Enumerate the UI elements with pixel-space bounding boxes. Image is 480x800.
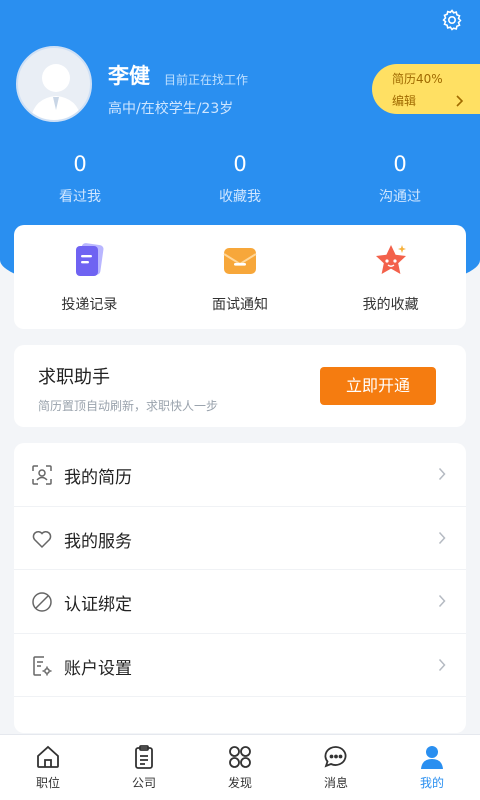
menu-item-label: 认证绑定	[64, 595, 132, 615]
shortcut-my-favorites[interactable]: 我的收藏	[316, 240, 466, 314]
job-assistant-card: 求职助手 简历置顶自动刷新，求职快人一步 立即开通	[14, 345, 466, 427]
menu-item-label: 我的简历	[64, 468, 132, 488]
shortcut-label: 面试通知	[211, 297, 268, 313]
user-subtitle: 高中/在校学生/23岁	[108, 101, 234, 117]
home-icon	[37, 745, 59, 768]
resume-scan-icon	[32, 465, 52, 485]
shortcuts-card: 投递记录 面试通知 我的收藏	[14, 225, 466, 329]
resume-edit-label: 编辑	[392, 94, 417, 108]
tab-label: 消息	[323, 776, 348, 790]
chevron-right-icon	[438, 658, 446, 671]
menu-item-my-services[interactable]: 我的服务	[14, 507, 466, 570]
account-settings-icon	[33, 655, 52, 676]
resume-edit-pill[interactable]: 简历40% 编辑	[372, 64, 480, 114]
menu-item-account-settings[interactable]: 账户设置	[14, 634, 466, 697]
assistant-description: 简历置顶自动刷新，求职快人一步	[38, 399, 219, 413]
profile-stats: 0 看过我 0 收藏我 0 沟通过	[0, 152, 480, 206]
tab-company[interactable]: 公司	[96, 735, 192, 800]
stat-number: 0	[73, 152, 87, 176]
leaf-icon	[32, 592, 52, 612]
person-icon	[421, 746, 443, 769]
clipboard-icon	[135, 745, 153, 769]
bottom-tab-bar: 职位 公司 发现 消息 我的	[0, 734, 480, 800]
chevron-right-icon	[456, 95, 464, 107]
shortcut-application-records[interactable]: 投递记录	[14, 240, 164, 314]
menu-item-label: 账户设置	[64, 658, 132, 679]
stat-favorited-me[interactable]: 0 收藏我	[160, 152, 320, 206]
menu-item-label: 我的服务	[64, 531, 132, 552]
assistant-title: 求职助手	[38, 367, 110, 388]
tab-mine[interactable]: 我的	[384, 735, 480, 800]
tab-jobs[interactable]: 职位	[0, 735, 96, 800]
shortcut-label: 我的收藏	[362, 297, 419, 313]
job-status: 目前正在找工作	[164, 73, 249, 87]
chevron-right-icon	[438, 467, 446, 481]
gear-icon[interactable]	[440, 8, 464, 32]
grid-circles-icon	[229, 746, 251, 768]
shortcut-label: 投递记录	[61, 297, 118, 313]
stat-label: 收藏我	[219, 189, 261, 205]
stat-number: 0	[233, 152, 247, 176]
tab-label: 我的	[419, 776, 444, 790]
stat-number: 0	[393, 152, 407, 176]
menu-item-my-resume[interactable]: 我的简历	[14, 443, 466, 507]
chat-icon	[324, 746, 347, 768]
tab-label: 公司	[131, 776, 156, 790]
chevron-right-icon	[438, 594, 446, 608]
menu-item-verification-binding[interactable]: 认证绑定	[14, 570, 466, 634]
stat-label: 看过我	[59, 189, 101, 205]
stat-communicated[interactable]: 0 沟通过	[320, 152, 480, 206]
document-icon	[76, 243, 104, 276]
star-icon	[375, 245, 406, 274]
stat-viewed-me[interactable]: 0 看过我	[0, 152, 160, 206]
tab-discover[interactable]: 发现	[192, 735, 288, 800]
avatar[interactable]	[16, 46, 92, 122]
shortcut-interview-notice[interactable]: 面试通知	[165, 240, 315, 314]
tab-messages[interactable]: 消息	[288, 735, 384, 800]
envelope-icon	[223, 248, 257, 274]
chevron-right-icon	[438, 531, 446, 544]
stat-label: 沟通过	[379, 189, 421, 205]
resume-progress: 简历40%	[392, 72, 443, 86]
settings-menu: 我的简历 我的服务 认证绑定 账户设置	[14, 443, 466, 733]
activate-now-button[interactable]: 立即开通	[320, 367, 436, 405]
user-name: 李健	[108, 64, 150, 88]
tab-label: 职位	[35, 776, 60, 790]
tab-label: 发现	[227, 776, 252, 790]
heart-icon	[32, 530, 52, 548]
